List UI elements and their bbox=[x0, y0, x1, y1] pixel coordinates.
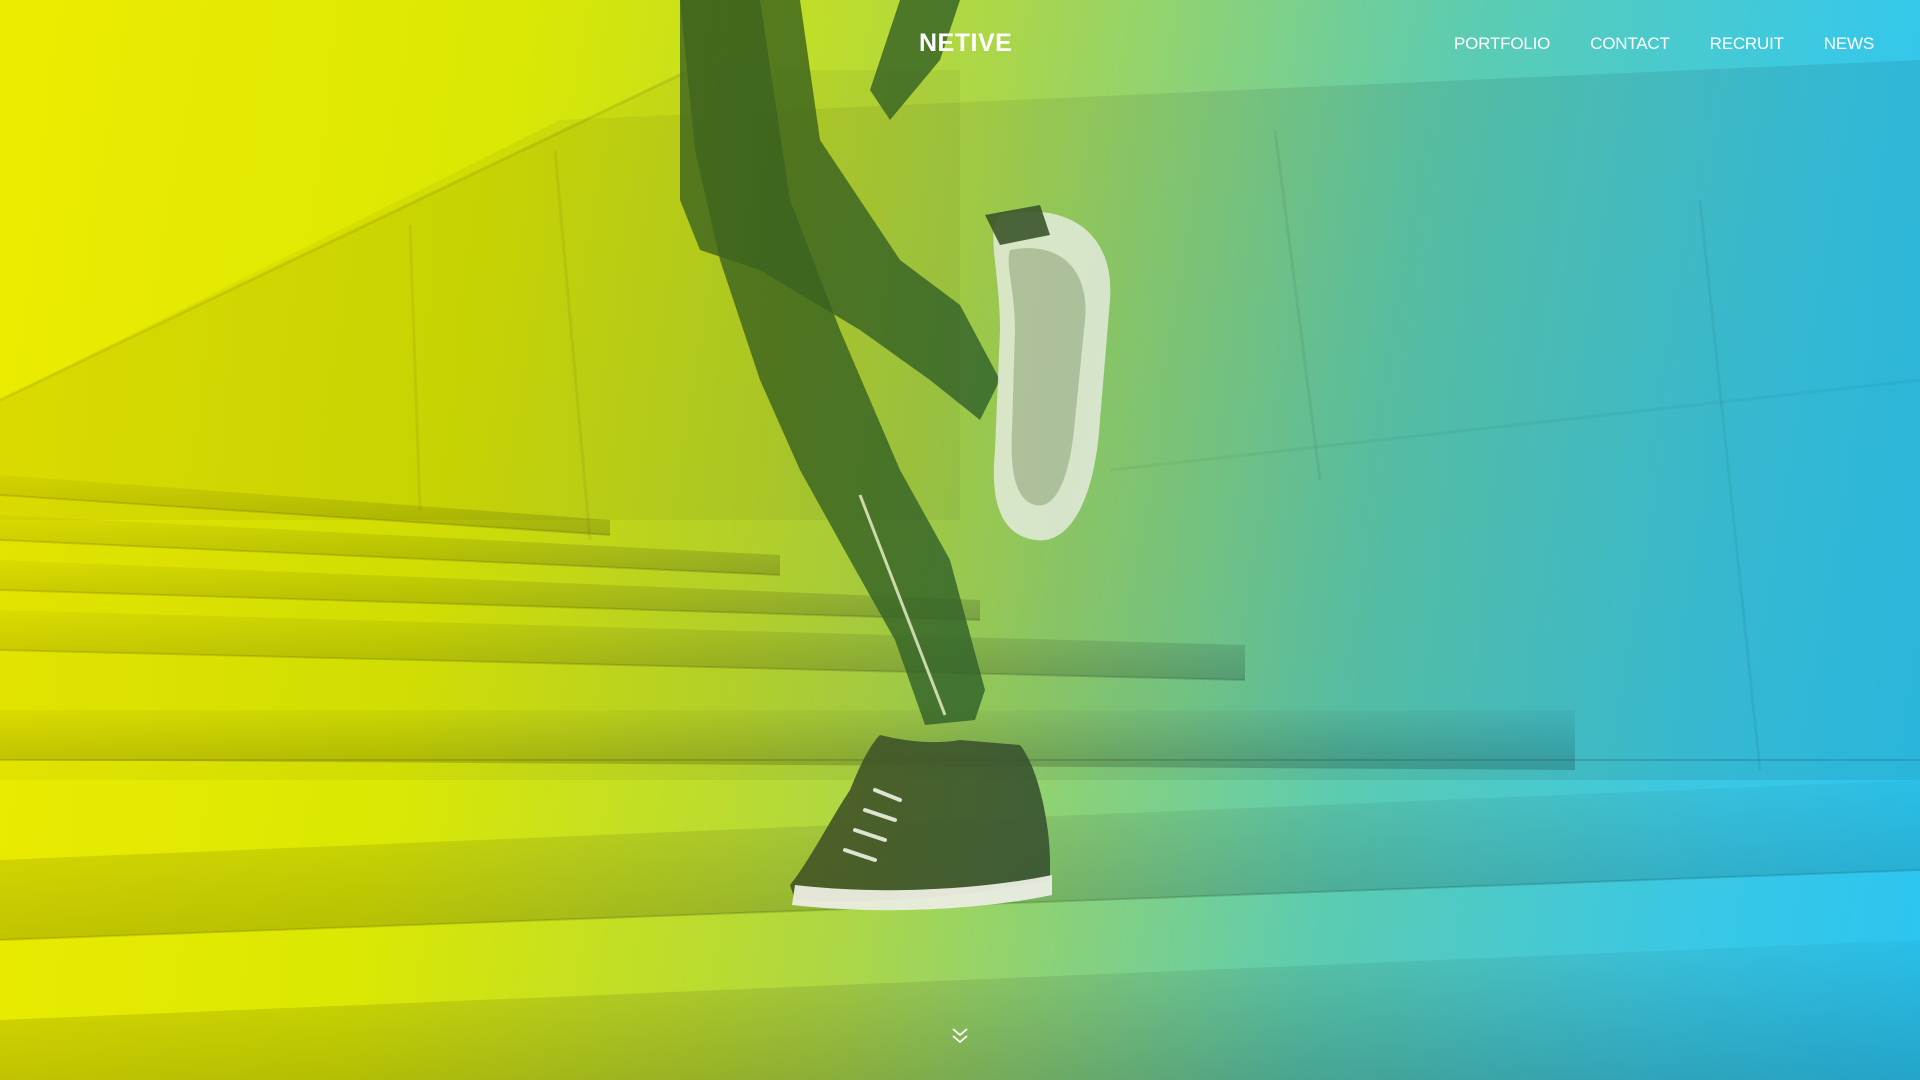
nav-item-portfolio: PORTFOLIO bbox=[1454, 34, 1550, 54]
hero-background-photo bbox=[0, 0, 1920, 1080]
nav-link-portfolio[interactable]: PORTFOLIO bbox=[1454, 34, 1550, 53]
nav-item-recruit: RECRUIT bbox=[1710, 34, 1784, 54]
nav-link-contact[interactable]: CONTACT bbox=[1590, 34, 1670, 53]
site-header: NETIVE PORTFOLIO CONTACT RECRUIT NEWS bbox=[0, 0, 1920, 90]
site-logo[interactable]: NETIVE bbox=[919, 29, 1012, 58]
nav-link-recruit[interactable]: RECRUIT bbox=[1710, 34, 1784, 53]
double-chevron-down-icon[interactable] bbox=[948, 1025, 972, 1049]
main-navigation: PORTFOLIO CONTACT RECRUIT NEWS bbox=[1454, 34, 1874, 54]
hero-section: NETIVE PORTFOLIO CONTACT RECRUIT NEWS bbox=[0, 0, 1920, 1080]
nav-item-contact: CONTACT bbox=[1590, 34, 1670, 54]
nav-link-news[interactable]: NEWS bbox=[1824, 34, 1874, 53]
nav-item-news: NEWS bbox=[1824, 34, 1874, 54]
